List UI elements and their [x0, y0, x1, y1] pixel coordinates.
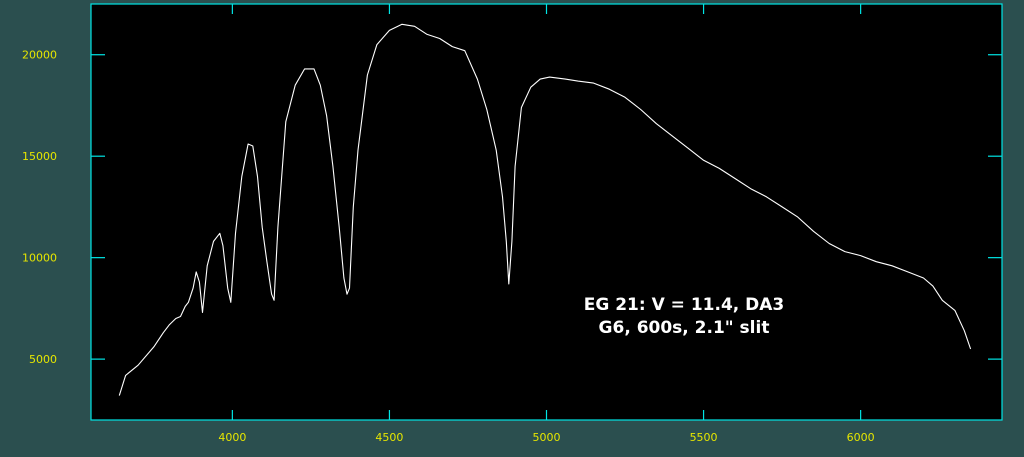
annotation-line-1: EG 21: V = 11.4, DA3 — [584, 295, 785, 315]
x-tick-label-5500: 5500 — [690, 431, 718, 444]
annotation-line-2: G6, 600s, 2.1" slit — [599, 318, 770, 338]
x-tick-label-6000: 6000 — [847, 431, 875, 444]
plot-area — [90, 3, 1003, 421]
y-tick-label-15000: 15000 — [22, 150, 57, 163]
x-tick-label-4000: 4000 — [218, 431, 246, 444]
x-tick-label-4500: 4500 — [375, 431, 403, 444]
y-tick-label-10000: 10000 — [22, 252, 57, 265]
y-tick-label-20000: 20000 — [22, 49, 57, 62]
x-tick-label-5000: 5000 — [533, 431, 561, 444]
spectrum-chart: 4000 4500 5000 5500 60005000100001500020000 … — [22, 3, 1003, 444]
y-tick-label-5000: 5000 — [29, 353, 57, 366]
